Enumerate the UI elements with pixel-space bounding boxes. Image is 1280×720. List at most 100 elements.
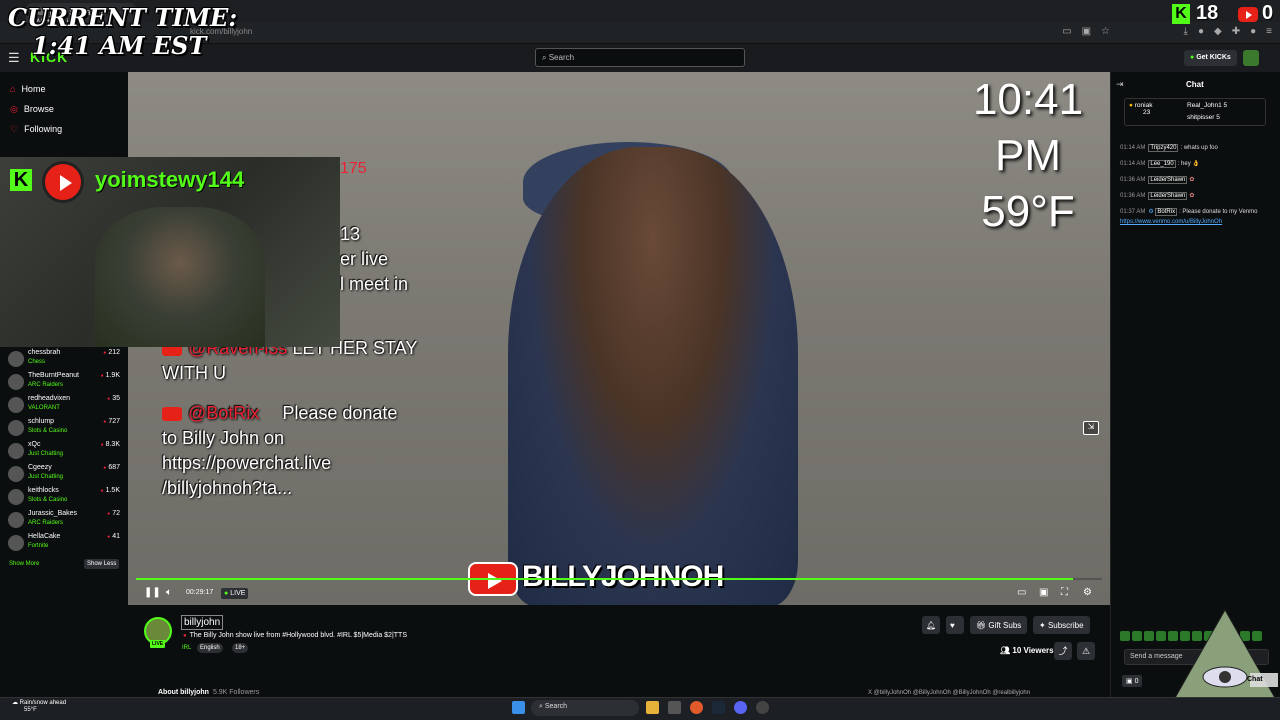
- channel-row[interactable]: Cgeezy Just Chatting 687: [6, 464, 122, 486]
- subscribe-button[interactable]: ✦ Subscribe: [1033, 616, 1090, 634]
- chat-user[interactable]: BotRix: [1155, 208, 1178, 216]
- channel-row[interactable]: schlump Slots & Casino 727: [6, 418, 122, 440]
- kick-logo-icon: K: [10, 169, 32, 191]
- emote-icon[interactable]: [1156, 631, 1166, 641]
- chat-points[interactable]: ▣ 0: [1122, 675, 1143, 687]
- emote-icon[interactable]: [1144, 631, 1154, 641]
- clip-icon[interactable]: ⇲: [1083, 421, 1099, 435]
- bookmark-star-icon[interactable]: ☆: [1101, 26, 1110, 37]
- follow-heart-icon[interactable]: ♥: [946, 616, 964, 634]
- top-gifter[interactable]: Real_John1 5: [1187, 102, 1227, 109]
- channel-category: Chess: [28, 359, 46, 365]
- channel-row[interactable]: Jurassic_Bakes ARC Raiders 72: [6, 510, 122, 532]
- report-warning-icon[interactable]: ⚠: [1077, 642, 1095, 660]
- channel-row[interactable]: xQc Just Chatting 8.3K: [6, 441, 122, 463]
- sidebar-item-browse[interactable]: ◎ Browse: [10, 104, 54, 115]
- download-icon[interactable]: ⤓: [1184, 26, 1188, 37]
- channel-row[interactable]: HellaCake Fortnite 41: [6, 533, 122, 555]
- chat-user[interactable]: LeiderShawn: [1148, 192, 1188, 200]
- chat-time: 01:36 AM: [1120, 177, 1146, 183]
- pause-icon[interactable]: ❚❚: [144, 587, 161, 598]
- show-less-button[interactable]: Show Less: [84, 559, 120, 569]
- heart-icon: ♡: [10, 124, 19, 134]
- tag-mature[interactable]: 18+: [232, 643, 249, 653]
- about-heading: About billyjohn 5.9K Followers: [158, 689, 259, 696]
- emote-icon[interactable]: [1120, 631, 1130, 641]
- channel-avatar: [8, 512, 24, 528]
- shield-icon[interactable]: ◆: [1214, 26, 1222, 37]
- chat-points-count: 0: [1134, 678, 1139, 685]
- settings-gear-icon[interactable]: ⚙: [1083, 587, 1092, 598]
- discord-icon[interactable]: [734, 701, 747, 714]
- tag-language[interactable]: English: [197, 643, 223, 653]
- puzzle-icon[interactable]: ✚: [1232, 26, 1240, 37]
- share-icon[interactable]: ⤴: [1054, 642, 1072, 660]
- extension-icon[interactable]: ●: [1198, 26, 1204, 37]
- search-input[interactable]: ⌕ Search: [535, 48, 745, 67]
- channel-viewers: 727: [103, 418, 120, 425]
- channel-avatar: [8, 351, 24, 367]
- chat-send-button[interactable]: Chat: [1247, 676, 1263, 683]
- fullscreen-icon[interactable]: ⛶: [1061, 587, 1068, 598]
- user-avatar[interactable]: [1243, 50, 1259, 66]
- channel-viewers: 35: [107, 395, 120, 402]
- search-icon: ⌕: [542, 53, 549, 62]
- theater-mode-icon[interactable]: ▣: [1039, 587, 1048, 598]
- cast-icon[interactable]: ▭: [1062, 26, 1071, 37]
- top-gifter-name: roniak: [1134, 102, 1153, 109]
- facecam-subject: [95, 207, 265, 347]
- channel-row[interactable]: redheadvixen VALORANT 35: [6, 395, 122, 417]
- channel-name: redheadvixen: [28, 395, 71, 402]
- stream-title: The Billy John show live from #Hollywood…: [183, 632, 407, 639]
- windows-start-icon[interactable]: [512, 701, 525, 714]
- volume-icon[interactable]: 🔈︎: [166, 587, 172, 598]
- live-tag: LIVE: [150, 640, 166, 648]
- pyramid-eye-overlay: [1174, 608, 1278, 699]
- sidebar-item-label: Browse: [23, 104, 54, 114]
- gift-subs-button[interactable]: 🎁︎ Gift Subs: [970, 616, 1028, 634]
- video-progress-bar[interactable]: [136, 578, 1102, 580]
- chat-user[interactable]: LeiderShawn: [1148, 176, 1188, 184]
- channel-viewers: 1.9K: [101, 372, 120, 379]
- top-gifter[interactable]: ● roniak 23: [1129, 102, 1152, 116]
- top-gifter-name: shitpisser: [1187, 114, 1215, 121]
- collapse-chat-icon[interactable]: ⇥: [1116, 79, 1124, 90]
- file-explorer-icon[interactable]: [646, 701, 659, 714]
- live-badge[interactable]: LIVE: [221, 588, 249, 599]
- chat-link[interactable]: https://www.venmo.com/u/BillyJohnOh: [1120, 219, 1222, 225]
- get-kicks-button[interactable]: ● Get KICKs: [1184, 50, 1237, 66]
- obs-icon[interactable]: [756, 701, 769, 714]
- stream-category[interactable]: IRL: [182, 645, 191, 651]
- weather-widget[interactable]: ☁ Rain/snow ahead 55°F: [12, 700, 66, 714]
- menu-dots-icon[interactable]: ≡: [1266, 26, 1272, 37]
- taskbar-search[interactable]: ⌕ Search: [531, 700, 639, 716]
- task-view-icon[interactable]: [668, 701, 681, 714]
- social-links[interactable]: X @billyJohnOh @BillyJohnOh @BillyJohnOh…: [868, 690, 1030, 696]
- chat-message: 01:36 AM LeiderShawn ✿: [1120, 191, 1275, 201]
- current-time-value: 1:41 AM EST: [32, 31, 207, 60]
- chat-user[interactable]: Lee_190: [1148, 160, 1176, 168]
- notification-bell-icon[interactable]: 🔔︎: [922, 616, 940, 634]
- channel-row[interactable]: keithlocks Slots & Casino 1.5K: [6, 487, 122, 509]
- video-progress-fill: [136, 578, 1074, 580]
- screenshot-icon[interactable]: ▣: [1082, 26, 1091, 37]
- profile-icon[interactable]: ●: [1250, 26, 1256, 37]
- show-more-link[interactable]: Show More: [9, 561, 39, 567]
- get-kicks-label: Get KICKs: [1196, 54, 1231, 61]
- chat-user[interactable]: Tripzy420: [1148, 144, 1179, 152]
- steam-icon[interactable]: [712, 701, 725, 714]
- top-gifter[interactable]: shitpisser 5: [1187, 114, 1220, 121]
- sidebar-item-following[interactable]: ♡ Following: [10, 124, 62, 135]
- chat-text: : hey 👌: [1177, 161, 1200, 167]
- top-gifters: ● roniak 23 Real_John1 5 shitpisser 5: [1124, 98, 1266, 126]
- channel-row[interactable]: TheBurntPeanut ARC Raiders 1.9K: [6, 372, 122, 394]
- browser-icon[interactable]: [690, 701, 703, 714]
- pip-icon[interactable]: ▭: [1017, 587, 1026, 598]
- channel-viewers: 212: [103, 349, 120, 356]
- sidebar-item-home[interactable]: ⌂ Home: [10, 84, 45, 94]
- channel-row[interactable]: chessbrah Chess 212: [6, 349, 122, 371]
- emote-icon[interactable]: [1132, 631, 1142, 641]
- browser-extension-icons: ▭ ▣ ☆: [1062, 26, 1110, 37]
- streamer-name[interactable]: billyjohn: [181, 615, 224, 630]
- emote-icon: ✿: [1189, 193, 1195, 199]
